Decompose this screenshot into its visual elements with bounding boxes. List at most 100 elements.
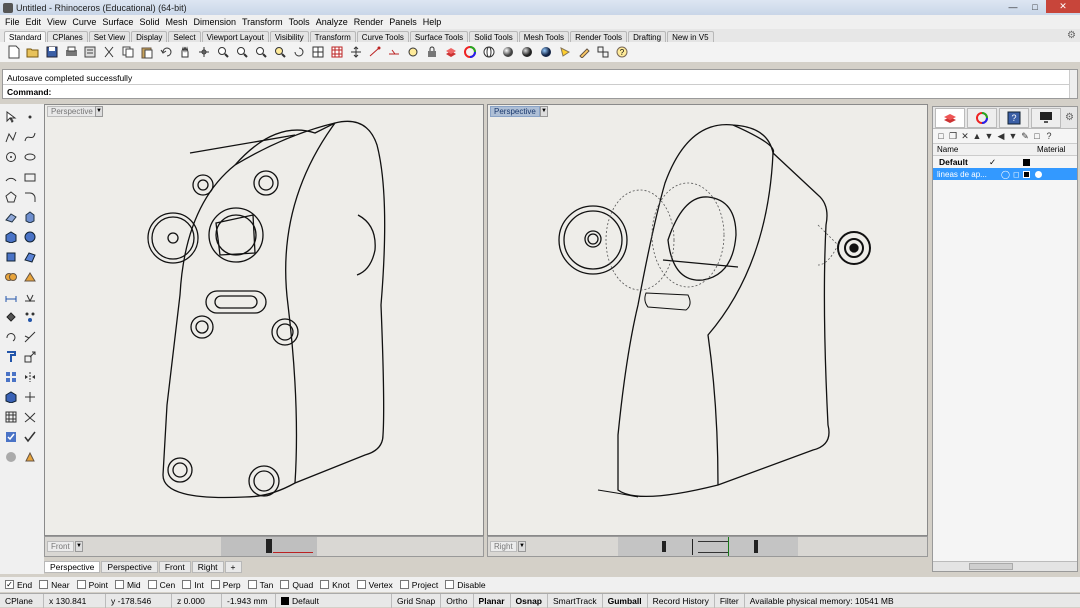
- render-icon[interactable]: [3, 449, 19, 464]
- menu-curve[interactable]: Curve: [69, 17, 99, 27]
- sphere-icon[interactable]: [22, 229, 38, 244]
- cut-icon[interactable]: [101, 44, 117, 60]
- layer-icon[interactable]: [443, 44, 459, 60]
- menu-dimension[interactable]: Dimension: [190, 17, 239, 27]
- osnap-int[interactable]: Int: [182, 580, 204, 590]
- osnap-project[interactable]: Project: [399, 580, 438, 590]
- viewport-right-mini[interactable]: Right ▼: [487, 536, 928, 557]
- viewport-right-label[interactable]: Right: [490, 541, 517, 552]
- tab-standard[interactable]: Standard: [4, 31, 47, 42]
- grid-icon[interactable]: [329, 44, 345, 60]
- fillet-curves-icon[interactable]: [22, 189, 38, 204]
- planar-toggle[interactable]: Planar: [474, 593, 511, 608]
- lightbulb-icon[interactable]: ◯: [1001, 170, 1010, 179]
- curve-icon[interactable]: [22, 129, 38, 144]
- delete-layer-icon[interactable]: ✕: [960, 131, 970, 141]
- cplane-label[interactable]: CPlane: [0, 593, 44, 608]
- tab-solid-tools[interactable]: Solid Tools: [469, 31, 518, 42]
- arc-icon[interactable]: [3, 169, 19, 184]
- maximize-icon[interactable]: □: [1024, 0, 1046, 13]
- command-scrollbar[interactable]: [1069, 70, 1077, 98]
- viewport-perspective-left[interactable]: Perspective ▼: [44, 104, 484, 536]
- wireframe-sphere-icon[interactable]: [481, 44, 497, 60]
- zoom-selected-icon[interactable]: [272, 44, 288, 60]
- osnap-perp[interactable]: Perp: [210, 580, 241, 590]
- zoom-extents-icon[interactable]: [253, 44, 269, 60]
- check-icon[interactable]: [3, 429, 19, 444]
- display-tab-monitor-icon[interactable]: [1031, 107, 1061, 128]
- boolean-union-icon[interactable]: [3, 269, 19, 284]
- osnap-near[interactable]: Near: [39, 580, 70, 590]
- toolbar-gear-icon[interactable]: ⚙: [1067, 30, 1076, 41]
- tab-perspective-1[interactable]: Perspective: [44, 560, 101, 573]
- points-on-icon[interactable]: [22, 309, 38, 324]
- rotate-icon[interactable]: [3, 329, 19, 344]
- menu-mesh[interactable]: Mesh: [162, 17, 190, 27]
- move-up-icon[interactable]: ▲: [972, 131, 982, 141]
- polygon-icon[interactable]: [3, 189, 19, 204]
- tools-icon[interactable]: [595, 44, 611, 60]
- tab-visibility[interactable]: Visibility: [269, 31, 309, 42]
- move-icon[interactable]: [348, 44, 364, 60]
- surface-corner-icon[interactable]: [3, 209, 19, 224]
- tab-right[interactable]: Right: [191, 560, 224, 573]
- new-sublayer-icon[interactable]: ❐: [948, 131, 958, 141]
- command-prompt[interactable]: Command:: [7, 87, 51, 97]
- open-file-icon[interactable]: [25, 44, 41, 60]
- ellipse-icon[interactable]: [22, 149, 38, 164]
- text-icon[interactable]: [22, 289, 38, 304]
- point-icon[interactable]: [22, 109, 38, 124]
- mesh-icon[interactable]: [22, 249, 38, 264]
- hide-objects-icon[interactable]: [405, 44, 421, 60]
- properties-icon[interactable]: [82, 44, 98, 60]
- panel-scrollbar[interactable]: [933, 561, 1077, 571]
- close-icon[interactable]: ✕: [1046, 0, 1080, 13]
- zoom-window-icon[interactable]: [234, 44, 250, 60]
- move-parent-icon[interactable]: ◀: [996, 131, 1006, 141]
- new-layer-icon[interactable]: □: [936, 131, 946, 141]
- save-icon[interactable]: [44, 44, 60, 60]
- select-arrow-icon[interactable]: [3, 109, 19, 124]
- color-wheel-icon[interactable]: [462, 44, 478, 60]
- osnap-vertex[interactable]: Vertex: [356, 580, 393, 590]
- menu-render[interactable]: Render: [351, 17, 387, 27]
- tab-set-view[interactable]: Set View: [88, 31, 131, 42]
- object-snap-icon[interactable]: [386, 44, 402, 60]
- tab-select[interactable]: Select: [168, 31, 201, 42]
- record-history-toggle[interactable]: Record History: [648, 593, 715, 608]
- tab-curve-tools[interactable]: Curve Tools: [356, 31, 409, 42]
- cylinder-icon[interactable]: [3, 249, 19, 264]
- tab-new-in-v5[interactable]: New in V5: [667, 31, 714, 42]
- four-viewports-icon[interactable]: [310, 44, 326, 60]
- osnap-tan[interactable]: Tan: [247, 580, 273, 590]
- tools-icon[interactable]: ✎: [1020, 131, 1030, 141]
- tab-surface-tools[interactable]: Surface Tools: [409, 31, 469, 42]
- tab-mesh-tools[interactable]: Mesh Tools: [518, 31, 570, 42]
- tab-front[interactable]: Front: [158, 560, 191, 573]
- osnap-mid[interactable]: Mid: [114, 580, 141, 590]
- osnap-toggle[interactable]: Osnap: [511, 593, 548, 608]
- properties-tab-color-wheel-icon[interactable]: [967, 107, 997, 128]
- menu-surface[interactable]: Surface: [99, 17, 136, 27]
- scale-icon[interactable]: [22, 349, 38, 364]
- tab-transform[interactable]: Transform: [309, 31, 356, 42]
- tab-viewport-layout[interactable]: Viewport Layout: [201, 31, 269, 42]
- menu-analyze[interactable]: Analyze: [313, 17, 351, 27]
- menu-panels[interactable]: Panels: [386, 17, 420, 27]
- osnap-knot[interactable]: Knot: [320, 580, 350, 590]
- copy-icon[interactable]: [120, 44, 136, 60]
- tab-drafting[interactable]: Drafting: [628, 31, 667, 42]
- menu-solid[interactable]: Solid: [136, 17, 162, 27]
- filter-toggle[interactable]: Filter: [715, 593, 745, 608]
- rendered-sphere-icon[interactable]: [519, 44, 535, 60]
- polyline-icon[interactable]: [3, 129, 19, 144]
- viewport-perspective-right[interactable]: Perspective ▼: [487, 104, 928, 536]
- print-icon[interactable]: [63, 44, 79, 60]
- viewport-menu-chevron-down-icon[interactable]: ▼: [518, 541, 526, 552]
- tab-perspective-2[interactable]: Perspective: [101, 560, 158, 573]
- checkbox-checked-icon[interactable]: ✓: [5, 580, 14, 589]
- rectangle-icon[interactable]: [22, 169, 38, 184]
- panel-gear-icon[interactable]: ⚙: [1065, 112, 1074, 123]
- circle-icon[interactable]: [3, 149, 19, 164]
- current-layer[interactable]: Default: [276, 593, 392, 608]
